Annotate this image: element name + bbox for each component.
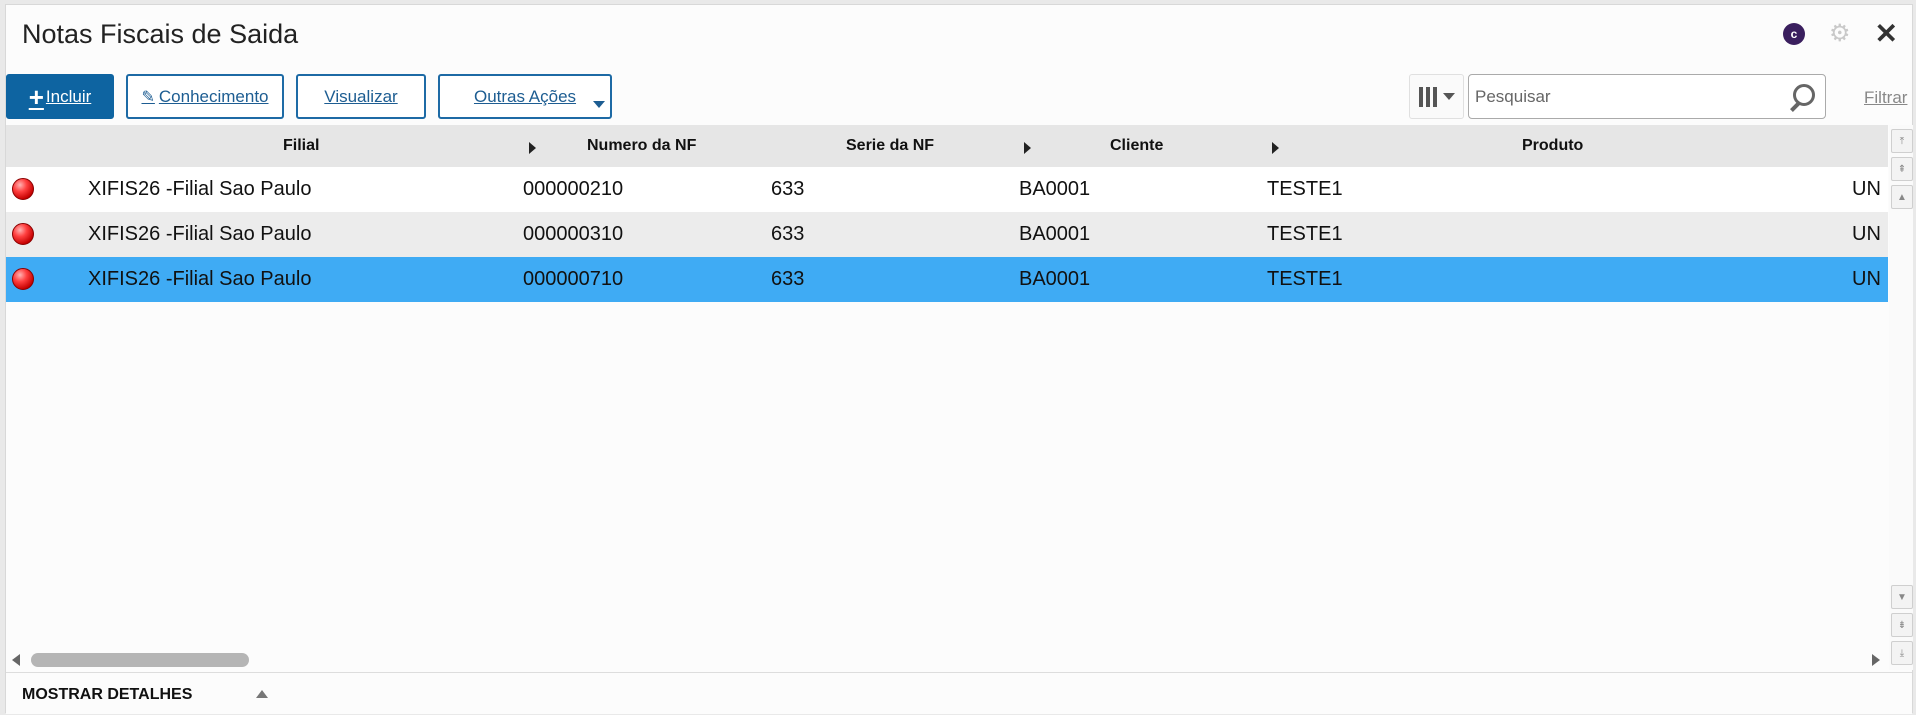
scroll-thumb[interactable] (31, 653, 249, 667)
scroll-right-icon[interactable] (1872, 654, 1880, 666)
cell-un: UN (1852, 223, 1881, 245)
table-row[interactable]: XIFIS26 -Filial Sao Paulo 000000210 633 … (6, 167, 1888, 212)
scroll-up-icon[interactable]: ▲ (1891, 185, 1913, 209)
header-filial[interactable]: Filial (283, 137, 319, 155)
chevron-up-icon[interactable] (256, 690, 268, 698)
cell-serie-nf: 633 (771, 178, 805, 200)
cell-filial: XIFIS26 -Filial Sao Paulo (88, 268, 312, 290)
cell-serie-nf: 633 (771, 268, 805, 290)
scroll-left-icon[interactable] (12, 654, 20, 666)
cell-numero-nf: 000000310 (523, 223, 624, 245)
visualizar-label: Visualizar (324, 86, 398, 106)
scroll-page-down-icon[interactable]: ⇟ (1891, 613, 1913, 637)
incluir-label: Incluir (45, 86, 92, 106)
incluir-button[interactable]: + Incluir (6, 74, 114, 119)
cell-produto: TESTE1 (1267, 178, 1343, 200)
table-row-selected[interactable]: XIFIS26 -Filial Sao Paulo 000000710 633 … (6, 257, 1888, 302)
search-box (1468, 74, 1826, 119)
red-status-icon (12, 178, 34, 200)
outras-acoes-button[interactable]: Outras Ações (438, 74, 612, 119)
search-icon[interactable] (1785, 81, 1817, 113)
cell-un: UN (1852, 268, 1881, 290)
cell-produto: TESTE1 (1267, 223, 1343, 245)
column-sort-icon[interactable] (529, 142, 536, 154)
conhecimento-label: Conhecimento (158, 86, 269, 106)
data-grid: Filial Numero da NF Serie da NF Cliente … (6, 125, 1888, 655)
cell-cliente: BA0001 (1019, 223, 1091, 245)
columns-icon (1418, 86, 1437, 107)
chevron-down-icon (1442, 93, 1455, 100)
cell-produto: TESTE1 (1267, 268, 1343, 290)
toolbar: + Incluir ✎ Conhecimento Visualizar Outr… (6, 74, 1912, 120)
window-controls: c ⚙ ✕ (1783, 20, 1898, 48)
cell-un: UN (1852, 178, 1881, 200)
grid-header: Filial Numero da NF Serie da NF Cliente … (6, 125, 1888, 167)
pencil-icon: ✎ (141, 88, 155, 106)
scroll-bottom-icon[interactable]: ⤓ (1891, 641, 1913, 665)
header-numero-nf[interactable]: Numero da NF (587, 137, 696, 155)
scroll-top-icon[interactable]: ⤒ (1891, 129, 1913, 153)
outras-acoes-label: Outras Ações (473, 86, 577, 106)
horizontal-scrollbar[interactable] (6, 649, 1888, 671)
table-row[interactable]: XIFIS26 -Filial Sao Paulo 000000310 633 … (6, 212, 1888, 257)
scroll-down-icon[interactable]: ▼ (1891, 585, 1913, 609)
red-status-icon (12, 223, 34, 245)
mostrar-detalhes-label[interactable]: MOSTRAR DETALHES (22, 686, 192, 704)
column-sort-icon[interactable] (1024, 142, 1031, 154)
header-produto[interactable]: Produto (1522, 137, 1583, 155)
red-status-icon (12, 268, 34, 290)
c-circle-icon[interactable]: c (1783, 23, 1806, 45)
plus-icon: + (28, 81, 44, 112)
cell-cliente: BA0001 (1019, 268, 1091, 290)
cell-cliente: BA0001 (1019, 178, 1091, 200)
visualizar-button[interactable]: Visualizar (296, 74, 426, 119)
search-input[interactable] (1469, 75, 1785, 118)
close-icon[interactable]: ✕ (1875, 20, 1898, 48)
conhecimento-button[interactable]: ✎ Conhecimento (126, 74, 284, 119)
main-window: Notas Fiscais de Saida c ⚙ ✕ + Incluir ✎… (5, 4, 1913, 714)
column-sort-icon[interactable] (1272, 142, 1279, 154)
gear-icon[interactable]: ⚙ (1829, 22, 1851, 46)
cell-filial: XIFIS26 -Filial Sao Paulo (88, 178, 312, 200)
cell-filial: XIFIS26 -Filial Sao Paulo (88, 223, 312, 245)
details-bar[interactable]: MOSTRAR DETALHES (6, 672, 1912, 714)
chevron-down-icon (593, 101, 605, 108)
cell-serie-nf: 633 (771, 223, 805, 245)
column-picker-button[interactable] (1409, 74, 1464, 119)
page-title: Notas Fiscais de Saida (22, 19, 299, 49)
scroll-page-up-icon[interactable]: ⇞ (1891, 157, 1913, 181)
vertical-scrollbar[interactable]: ⤒ ⇞ ▲ ▼ ⇟ ⤓ (1889, 125, 1913, 670)
filtrar-link[interactable]: Filtrar (1864, 88, 1907, 108)
cell-numero-nf: 000000710 (523, 268, 624, 290)
header-cliente[interactable]: Cliente (1110, 137, 1163, 155)
cell-numero-nf: 000000210 (523, 178, 624, 200)
header-serie-nf[interactable]: Serie da NF (846, 137, 934, 155)
